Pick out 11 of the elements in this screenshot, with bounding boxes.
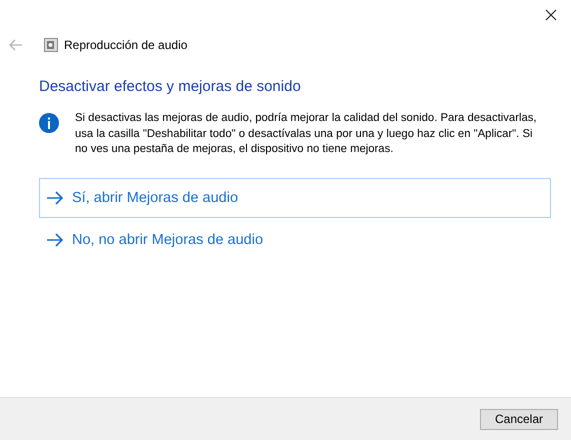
arrow-icon [46, 232, 64, 246]
close-icon [545, 9, 557, 21]
arrow-icon [46, 190, 64, 204]
cancel-button[interactable]: Cancelar [480, 408, 558, 430]
back-arrow-icon [8, 37, 24, 53]
window-title: Reproducción de audio [64, 38, 188, 52]
info-icon [39, 113, 59, 133]
page-heading: Desactivar efectos y mejoras de sonido [39, 78, 302, 95]
info-text: Si desactivas las mejoras de audio, podría mejorar la calidad del sonido. Para desactivarlas, usa la casilla "Deshabilitar todo" o desactívalas una por una y luego haz clic en "Aplicar". Si no ves una pestaña de mejoras, el dispositivo no tiene mejoras. [75, 111, 538, 157]
option-link[interactable]: Sí, abrir Mejoras de audio [39, 178, 551, 218]
speaker-icon [44, 38, 58, 52]
